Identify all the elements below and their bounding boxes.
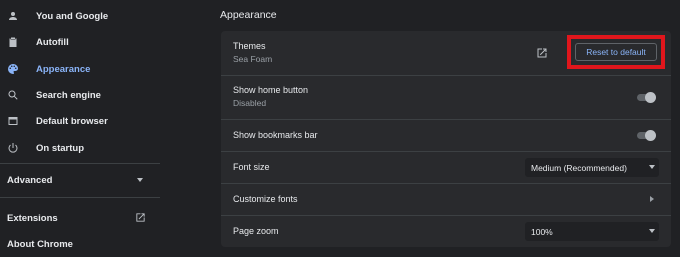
page-zoom-select[interactable]: 100%	[525, 222, 659, 241]
external-link-icon[interactable]	[535, 46, 549, 60]
sidebar-item-autofill[interactable]: Autofill	[0, 29, 160, 55]
home-button-toggle[interactable]	[635, 92, 657, 103]
browser-window-icon	[6, 114, 20, 128]
search-icon	[6, 88, 20, 102]
home-button-label: Show home button	[233, 85, 309, 95]
sidebar-advanced[interactable]: Advanced	[0, 169, 160, 191]
sidebar-item-label: Appearance	[36, 63, 91, 75]
page-zoom-row: Page zoom 100%	[221, 215, 671, 247]
power-icon	[6, 141, 20, 155]
themes-label: Themes	[233, 41, 266, 51]
home-button-value: Disabled	[233, 98, 267, 108]
sidebar-divider	[0, 197, 160, 198]
sidebar-extensions[interactable]: Extensions	[0, 207, 160, 229]
customize-fonts-label: Customize fonts	[233, 194, 298, 204]
sidebar-about-chrome[interactable]: About Chrome	[0, 233, 160, 255]
bookmarks-bar-toggle[interactable]	[635, 130, 657, 141]
bookmarks-bar-label: Show bookmarks bar	[233, 130, 318, 140]
reset-to-default-button[interactable]: Reset to default	[575, 43, 657, 61]
font-size-row: Font size Medium (Recommended)	[221, 151, 671, 183]
about-label: About Chrome	[7, 238, 73, 250]
external-link-icon	[134, 211, 146, 223]
chevron-down-icon	[134, 174, 146, 186]
sidebar-item-search-engine[interactable]: Search engine	[0, 82, 160, 108]
clipboard-icon	[6, 35, 20, 49]
palette-icon	[6, 62, 20, 76]
customize-fonts-row[interactable]: Customize fonts	[221, 183, 671, 215]
bookmarks-bar-row[interactable]: Show bookmarks bar	[221, 119, 671, 151]
sidebar-item-default-browser[interactable]: Default browser	[0, 108, 160, 134]
sidebar-item-label: On startup	[36, 142, 85, 154]
sidebar-item-label: Autofill	[36, 36, 69, 48]
page-zoom-label: Page zoom	[233, 226, 279, 236]
home-button-row[interactable]: Show home button Disabled	[221, 75, 671, 119]
themes-value: Sea Foam	[233, 54, 273, 64]
font-size-label: Font size	[233, 162, 270, 172]
dropdown-caret-icon	[649, 165, 655, 169]
person-icon	[6, 9, 20, 23]
sidebar-item-label: You and Google	[36, 10, 109, 22]
arrow-right-icon	[650, 196, 654, 202]
advanced-label: Advanced	[7, 174, 53, 186]
themes-row: Themes Sea Foam Reset to default	[221, 31, 671, 75]
extensions-label: Extensions	[7, 212, 58, 224]
appearance-card: Themes Sea Foam Reset to default Show ho…	[221, 31, 671, 247]
sidebar-item-label: Search engine	[36, 89, 101, 101]
page-zoom-selected: 100%	[531, 226, 553, 237]
sidebar-item-on-startup[interactable]: On startup	[0, 135, 160, 161]
sidebar: You and Google Autofill Appearance Searc…	[0, 0, 160, 257]
dropdown-caret-icon	[649, 229, 655, 233]
font-size-select[interactable]: Medium (Recommended)	[525, 158, 659, 177]
sidebar-item-appearance[interactable]: Appearance	[0, 56, 160, 82]
highlight-box: Reset to default	[567, 35, 665, 69]
font-size-selected: Medium (Recommended)	[531, 162, 627, 173]
sidebar-item-you-and-google[interactable]: You and Google	[0, 3, 160, 29]
sidebar-item-label: Default browser	[36, 115, 108, 127]
sidebar-divider	[0, 163, 160, 164]
page-title: Appearance	[220, 9, 277, 21]
